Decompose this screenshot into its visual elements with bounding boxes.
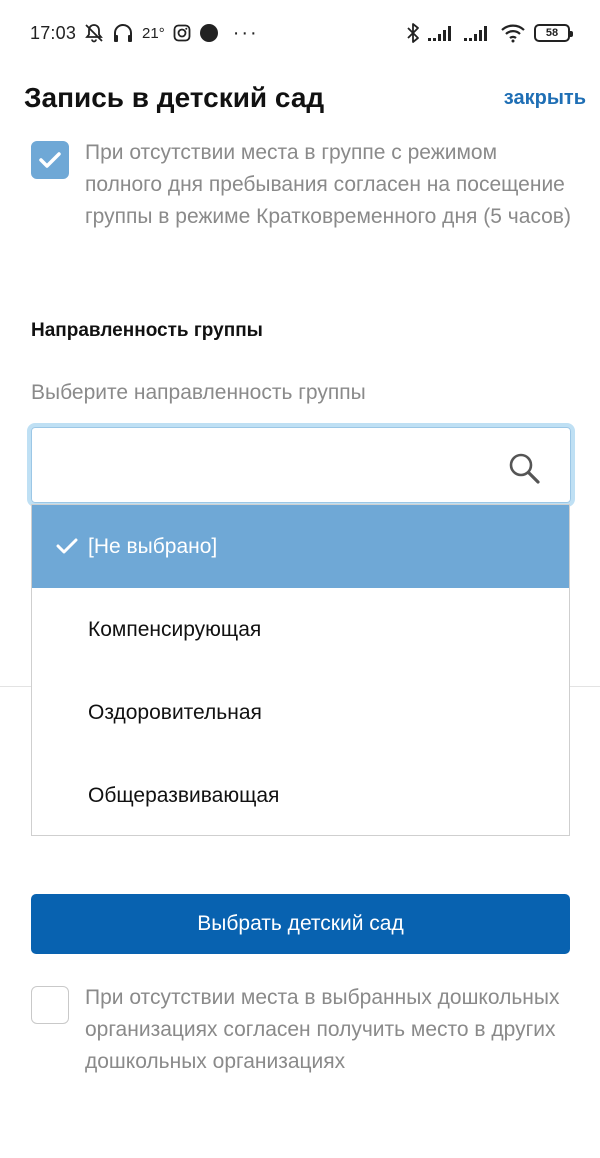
page-title: Запись в детский сад [24,82,325,113]
option-not-selected[interactable]: [Не выбрано] [32,505,569,588]
header: Запись в детский сад закрыть [0,70,600,126]
dot-icon [199,23,219,43]
status-left: 17:03 21° ··· [30,22,259,45]
signal-icon [428,24,456,42]
headphones-icon [112,23,134,43]
group-focus-label: Направленность группы [31,320,263,341]
checkmark-icon [39,152,61,168]
search-input[interactable] [41,439,491,487]
option-health[interactable]: Оздоровительная [32,671,569,754]
option-general-development[interactable]: Общеразвивающая [32,754,569,837]
group-focus-hint: Выберите направленность группы [31,381,366,404]
option-label: Общеразвивающая [88,783,280,807]
consent-short-day-row[interactable]: При отсутствии места в группе с режимом … [31,137,571,233]
instagram-icon [173,24,191,42]
more-notifications-icon: ··· [232,21,259,44]
check-icon [56,538,78,554]
status-time: 17:03 [30,22,77,43]
group-focus-dropdown: [Не выбрано] Компенсирующая Оздоровитель… [31,504,570,836]
consent-short-day-checkbox[interactable] [31,141,69,179]
option-label: Оздоровительная [88,700,262,724]
search-icon[interactable] [507,451,541,490]
close-link[interactable]: закрыть [504,87,586,110]
option-label: [Не выбрано] [88,534,218,558]
option-compensating[interactable]: Компенсирующая [32,588,569,671]
status-right: 58 [406,22,573,44]
choose-kindergarten-button[interactable]: Выбрать детский сад [31,894,570,954]
bluetooth-icon [406,22,420,44]
consent-other-orgs-row[interactable]: При отсутствии места в выбранных дошколь… [31,982,571,1078]
consent-other-orgs-checkbox[interactable] [31,986,69,1024]
consent-short-day-text: При отсутствии места в группе с режимом … [85,141,571,228]
consent-other-orgs-text: При отсутствии места в выбранных дошколь… [85,986,560,1073]
group-focus-search[interactable] [27,423,575,507]
status-bar: 17:03 21° ··· 58 [0,0,600,66]
battery-level: 58 [545,27,559,39]
signal-icon [464,24,492,42]
wifi-icon [500,23,526,43]
option-label: Компенсирующая [88,617,262,641]
status-temperature: 21° [142,24,165,42]
battery-icon: 58 [534,24,573,42]
muted-bell-icon [84,23,104,43]
app-screen: 17:03 21° ··· 58 Запись в детский сад за… [0,0,600,1158]
